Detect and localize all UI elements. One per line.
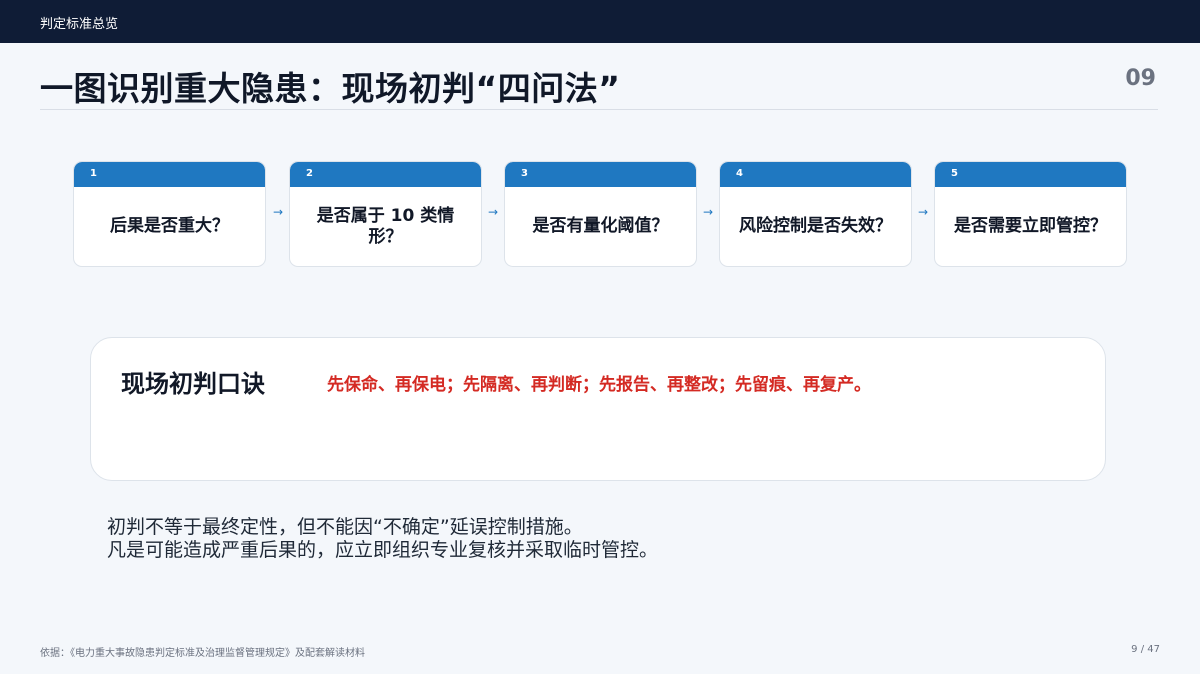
step-question: 是否有量化阈值？ <box>532 216 669 237</box>
arrow-icon: → <box>702 205 714 219</box>
arrow-icon: → <box>487 205 499 219</box>
section-title: 判定标准总览 <box>40 17 119 32</box>
step-header <box>74 162 265 187</box>
step-header <box>290 162 481 187</box>
steps-row: 1 后果是否重大？ → 2 是否属于 10 类情形？ → 3 是否有量化阈值？ … <box>73 161 1127 268</box>
step-card-4: 4 风险控制是否失效？ <box>719 161 912 267</box>
note-line: 凡是可能造成严重后果的，应立即组织专业复核并采取临时管控。 <box>107 539 659 561</box>
step-question: 风险控制是否失效？ <box>739 216 892 237</box>
mnemonic-label: 现场初判口诀 <box>121 370 265 398</box>
step-card-3: 3 是否有量化阈值？ <box>504 161 697 267</box>
step-number: 2 <box>306 168 313 179</box>
notes: 初判不等于最终定性，但不能因“不确定”延误控制措施。 凡是可能造成严重后果的，应… <box>107 516 658 562</box>
step-number: 4 <box>736 168 743 179</box>
step-number: 1 <box>90 168 97 179</box>
page-title: 一图识别重大隐患：现场初判“四问法” <box>40 69 621 108</box>
title-divider <box>40 109 1158 110</box>
step-header <box>720 162 911 187</box>
step-number: 5 <box>951 168 958 179</box>
note-line: 初判不等于最终定性，但不能因“不确定”延误控制措施。 <box>107 516 583 538</box>
step-card-2: 2 是否属于 10 类情形？ <box>289 161 482 267</box>
step-header <box>935 162 1126 187</box>
step-card-5: 5 是否需要立即管控？ <box>934 161 1127 267</box>
step-question: 后果是否重大？ <box>110 216 229 237</box>
step-question: 是否需要立即管控？ <box>954 216 1107 237</box>
step-card-1: 1 后果是否重大？ <box>73 161 266 267</box>
top-bar: 判定标准总览 <box>0 0 1200 43</box>
mnemonic-text: 先保命、再保电；先隔离、再判断；先报告、再整改；先留痕、再复产。 <box>327 375 871 395</box>
step-question: 是否属于 10 类情形？ <box>316 205 455 247</box>
footer-source: 依据：《电力重大事故隐患判定标准及治理监督管理规定》及配套解读材料 <box>40 648 365 659</box>
step-number: 3 <box>521 168 528 179</box>
step-header <box>505 162 696 187</box>
arrow-icon: → <box>917 205 929 219</box>
slide-number: 09 <box>1125 66 1156 91</box>
footer-pagination: 9 / 47 <box>1131 644 1160 655</box>
mnemonic-card: 现场初判口诀 先保命、再保电；先隔离、再判断；先报告、再整改；先留痕、再复产。 <box>90 337 1106 481</box>
arrow-icon: → <box>272 205 284 219</box>
